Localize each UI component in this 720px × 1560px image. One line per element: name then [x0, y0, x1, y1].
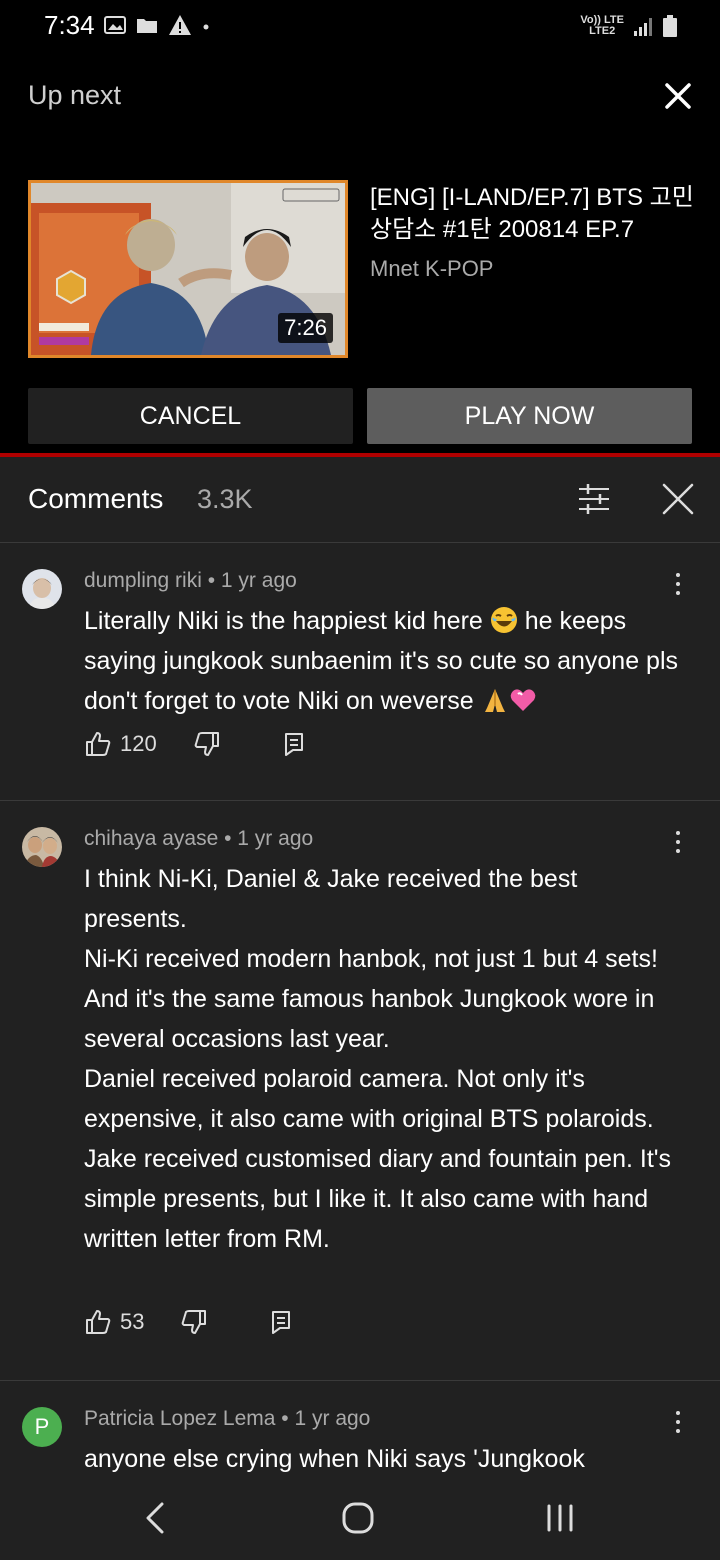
avatar[interactable]	[22, 827, 62, 867]
laughing-emoji-icon	[490, 607, 517, 633]
more-vert-icon[interactable]	[664, 827, 692, 857]
comment-paragraph: Daniel received polaroid camera. Not onl…	[84, 1065, 654, 1133]
avatar[interactable]: P	[22, 1407, 62, 1447]
avatar-image	[22, 569, 62, 609]
comment-time: 1 yr ago	[237, 827, 314, 850]
comment-item: P Patricia Lopez Lema • 1 yr ago anyone …	[0, 1381, 720, 1472]
thumbs-up-icon	[86, 1310, 111, 1334]
comment-actions: 120	[84, 729, 307, 759]
folder-icon	[137, 19, 157, 33]
comment-actions: 53	[84, 1307, 294, 1337]
sparkling-heart-emoji-icon	[510, 689, 535, 711]
comments-header: Comments 3.3K	[0, 457, 720, 543]
thumbs-up-icon	[86, 732, 111, 756]
comment-author[interactable]: dumpling riki	[84, 569, 202, 592]
like-button[interactable]: 53	[84, 1308, 144, 1336]
cancel-button[interactable]: CANCEL	[28, 388, 353, 444]
dot-icon	[203, 24, 209, 30]
comment-time: 1 yr ago	[294, 1407, 371, 1430]
more-vert-icon[interactable]	[664, 569, 692, 599]
navigation-bar	[0, 1472, 720, 1560]
comments-panel: Comments 3.3K dumpling riki • 1 yr ago L…	[0, 457, 720, 1472]
comment-paragraph: Jake received customised diary and fount…	[84, 1145, 672, 1253]
status-notifications	[104, 14, 210, 36]
reply-icon[interactable]	[281, 731, 307, 757]
video-thumbnail[interactable]: 7:26	[28, 180, 348, 358]
comment-author[interactable]: Patricia Lopez Lema	[84, 1407, 275, 1430]
thumbs-down-icon[interactable]	[193, 730, 221, 758]
thumbs-down-icon[interactable]	[180, 1308, 208, 1336]
comment-item: dumpling riki • 1 yr ago Literally Niki …	[0, 543, 720, 801]
avatar-image	[22, 827, 62, 867]
folded-hands-emoji-icon	[484, 689, 505, 712]
comment-paragraph: I think Ni-Ki, Daniel & Jake received th…	[84, 865, 578, 933]
avatar-letter: P	[34, 1414, 50, 1439]
like-button[interactable]: 120	[84, 730, 157, 758]
comment-text: I think Ni-Ki, Daniel & Jake received th…	[84, 859, 684, 1259]
comments-count: 3.3K	[197, 484, 253, 514]
warning-icon	[169, 15, 191, 35]
up-next-video-title[interactable]: [ENG] [I-LAND/EP.7] BTS 고민 상담소 #1탄 20081…	[370, 182, 700, 246]
back-icon[interactable]	[136, 1498, 176, 1538]
status-bar: 7:34 Vo)) LTE LTE2	[0, 0, 720, 56]
up-next-channel: Mnet K-POP	[370, 256, 494, 281]
comment-text: anyone else crying when Niki says 'Jungk…	[84, 1445, 585, 1472]
comment-item: chihaya ayase • 1 yr ago I think Ni-Ki, …	[0, 801, 720, 1381]
up-next-label: Up next	[28, 80, 122, 110]
comment-text: Literally Niki is the happiest kid here …	[84, 601, 684, 721]
comment-text-part: Literally Niki is the happiest kid here	[84, 607, 483, 635]
like-count: 53	[120, 1309, 145, 1334]
comment-author[interactable]: chihaya ayase	[84, 827, 218, 850]
status-time: 7:34	[44, 10, 95, 40]
close-icon[interactable]	[660, 78, 696, 114]
avatar[interactable]	[22, 569, 62, 609]
reply-icon[interactable]	[268, 1309, 294, 1335]
comments-title: Comments	[28, 483, 164, 514]
network-indicator: Vo)) LTE LTE2	[580, 15, 624, 37]
home-icon[interactable]	[338, 1498, 378, 1538]
recent-apps-icon[interactable]	[540, 1498, 580, 1538]
battery-icon	[663, 15, 677, 37]
comment-meta: chihaya ayase • 1 yr ago	[84, 827, 314, 850]
comment-paragraph: Ni-Ki received modern hanbok, not just 1…	[84, 945, 658, 1053]
play-now-button[interactable]: PLAY NOW	[367, 388, 692, 444]
gallery-icon	[104, 16, 126, 34]
up-next-panel: Up next 7:26 [ENG] [I-LAND/EP.7] BTS 고민 …	[0, 56, 720, 454]
comment-meta: dumpling riki • 1 yr ago	[84, 569, 297, 592]
like-count: 120	[120, 731, 157, 756]
more-vert-icon[interactable]	[664, 1407, 692, 1437]
status-system-icons: Vo)) LTE LTE2	[580, 14, 678, 38]
comment-time: 1 yr ago	[220, 569, 297, 592]
sort-filter-icon[interactable]	[576, 481, 612, 517]
comment-meta: Patricia Lopez Lema • 1 yr ago	[84, 1407, 371, 1430]
close-icon[interactable]	[660, 481, 696, 517]
video-duration: 7:26	[278, 313, 333, 343]
network-bottom-label: LTE2	[589, 25, 616, 37]
signal-icon	[634, 18, 652, 36]
